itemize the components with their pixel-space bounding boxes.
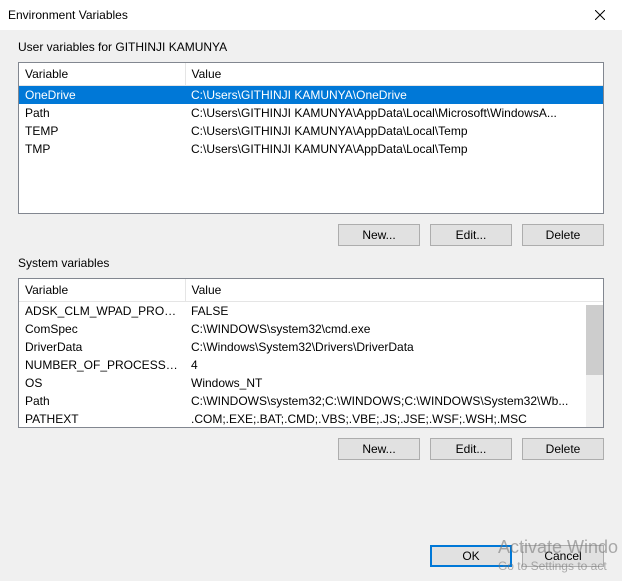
system-row[interactable]: ADSK_CLM_WPAD_PROXY_...FALSE (19, 302, 603, 321)
system-row-val: C:\WINDOWS\system32\cmd.exe (185, 320, 603, 338)
dialog-title: Environment Variables (8, 8, 577, 22)
system-vars-table[interactable]: Variable Value ADSK_CLM_WPAD_PROXY_...FA… (18, 278, 604, 428)
user-vars-buttons: New... Edit... Delete (18, 224, 604, 246)
system-row-val: FALSE (185, 302, 603, 321)
system-row-val: .COM;.EXE;.BAT;.CMD;.VBS;.VBE;.JS;.JSE;.… (185, 410, 603, 428)
user-vars-group: User variables for GITHINJI KAMUNYA Vari… (18, 40, 604, 246)
system-row-var: NUMBER_OF_PROCESSORS (19, 356, 185, 374)
dialog-content: User variables for GITHINJI KAMUNYA Vari… (0, 30, 622, 535)
env-vars-dialog: Environment Variables User variables for… (0, 0, 622, 581)
system-vars-label: System variables (18, 256, 604, 270)
system-row-var: Path (19, 392, 185, 410)
system-row[interactable]: DriverDataC:\Windows\System32\Drivers\Dr… (19, 338, 603, 356)
user-row-val: C:\Users\GITHINJI KAMUNYA\AppData\Local\… (185, 122, 603, 140)
system-row-var: PATHEXT (19, 410, 185, 428)
user-col-value[interactable]: Value (185, 63, 603, 86)
user-row[interactable]: TEMPC:\Users\GITHINJI KAMUNYA\AppData\Lo… (19, 122, 603, 140)
system-scrollbar[interactable] (586, 305, 603, 427)
system-row-var: OS (19, 374, 185, 392)
user-vars-table[interactable]: Variable Value OneDriveC:\Users\GITHINJI… (18, 62, 604, 214)
system-new-button[interactable]: New... (338, 438, 420, 460)
system-vars-group: System variables Variable Value ADSK_CLM… (18, 256, 604, 460)
close-icon (595, 10, 605, 20)
system-row-var: ComSpec (19, 320, 185, 338)
user-row-val: C:\Users\GITHINJI KAMUNYA\OneDrive (185, 86, 603, 105)
system-vars-buttons: New... Edit... Delete (18, 438, 604, 460)
system-row-val: Windows_NT (185, 374, 603, 392)
system-row-var: ADSK_CLM_WPAD_PROXY_... (19, 302, 185, 321)
system-edit-button[interactable]: Edit... (430, 438, 512, 460)
system-row[interactable]: OSWindows_NT (19, 374, 603, 392)
user-new-button[interactable]: New... (338, 224, 420, 246)
user-edit-button[interactable]: Edit... (430, 224, 512, 246)
ok-button[interactable]: OK (430, 545, 512, 567)
user-row-var: TEMP (19, 122, 185, 140)
system-row-val: C:\Windows\System32\Drivers\DriverData (185, 338, 603, 356)
system-col-variable[interactable]: Variable (19, 279, 185, 302)
cancel-button[interactable]: Cancel (522, 545, 604, 567)
user-row-var: OneDrive (19, 86, 185, 105)
close-button[interactable] (577, 0, 622, 30)
system-row-var: DriverData (19, 338, 185, 356)
user-row[interactable]: OneDriveC:\Users\GITHINJI KAMUNYA\OneDri… (19, 86, 603, 105)
user-row-var: Path (19, 104, 185, 122)
user-col-variable[interactable]: Variable (19, 63, 185, 86)
user-row-var: TMP (19, 140, 185, 158)
dialog-footer: OK Cancel (0, 535, 622, 581)
titlebar: Environment Variables (0, 0, 622, 30)
system-col-value[interactable]: Value (185, 279, 603, 302)
user-delete-button[interactable]: Delete (522, 224, 604, 246)
system-delete-button[interactable]: Delete (522, 438, 604, 460)
system-row-val: 4 (185, 356, 603, 374)
user-row[interactable]: TMPC:\Users\GITHINJI KAMUNYA\AppData\Loc… (19, 140, 603, 158)
system-row[interactable]: ComSpecC:\WINDOWS\system32\cmd.exe (19, 320, 603, 338)
user-vars-label: User variables for GITHINJI KAMUNYA (18, 40, 604, 54)
system-row[interactable]: PathC:\WINDOWS\system32;C:\WINDOWS;C:\WI… (19, 392, 603, 410)
system-row-val: C:\WINDOWS\system32;C:\WINDOWS;C:\WINDOW… (185, 392, 603, 410)
system-row[interactable]: PATHEXT.COM;.EXE;.BAT;.CMD;.VBS;.VBE;.JS… (19, 410, 603, 428)
scroll-thumb[interactable] (586, 305, 603, 375)
user-row[interactable]: PathC:\Users\GITHINJI KAMUNYA\AppData\Lo… (19, 104, 603, 122)
user-row-val: C:\Users\GITHINJI KAMUNYA\AppData\Local\… (185, 104, 603, 122)
system-row[interactable]: NUMBER_OF_PROCESSORS4 (19, 356, 603, 374)
user-row-val: C:\Users\GITHINJI KAMUNYA\AppData\Local\… (185, 140, 603, 158)
